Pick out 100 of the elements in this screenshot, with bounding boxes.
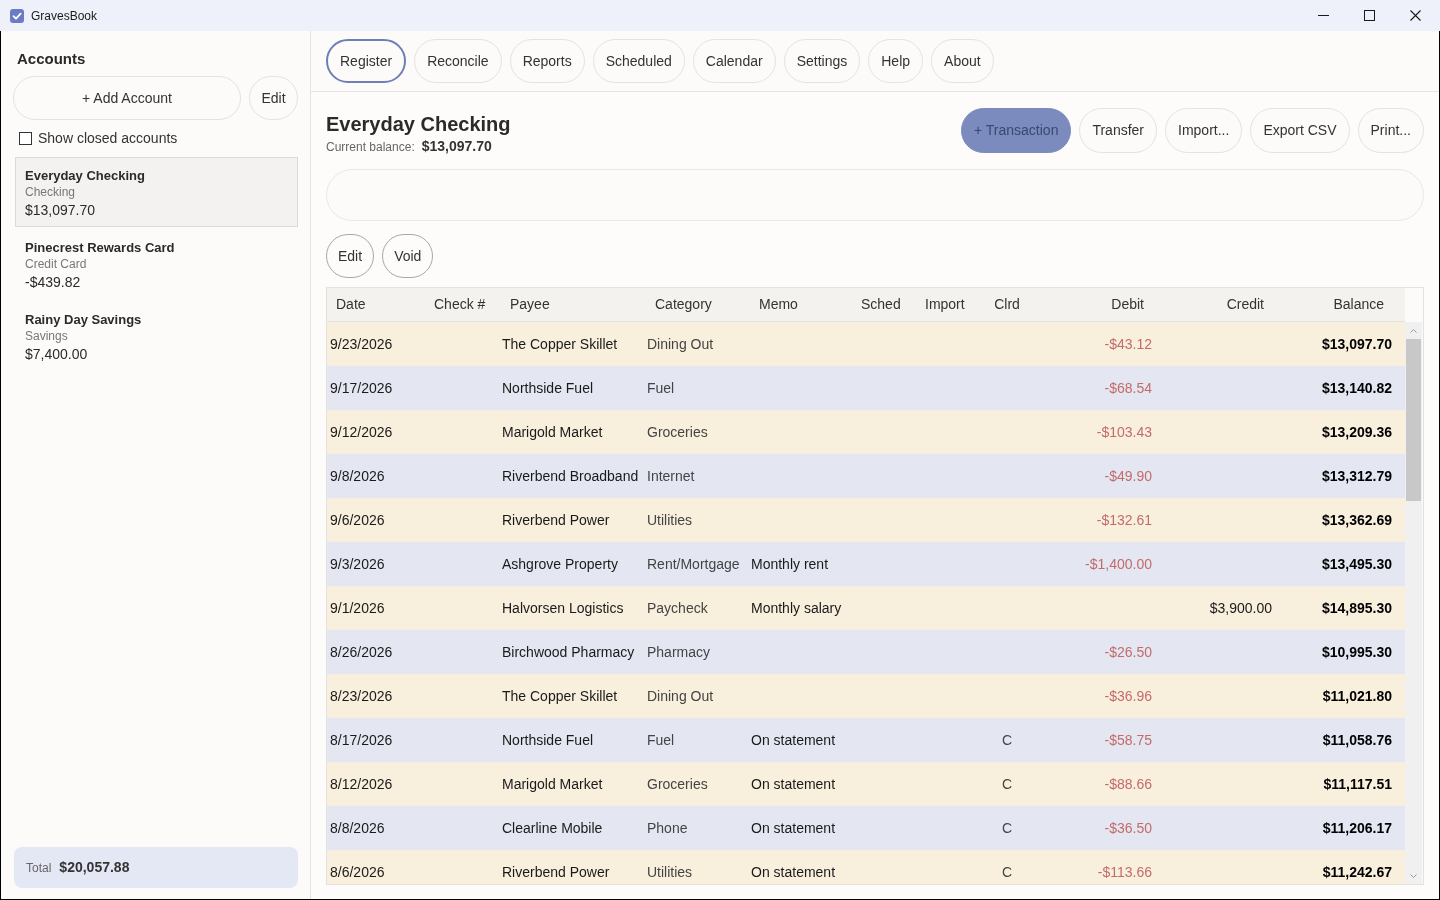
table-cell-text: On statement xyxy=(751,862,836,882)
table-cell-text: $10,995.30 xyxy=(1321,642,1392,662)
table-cell-text: -$103.43 xyxy=(1096,422,1152,442)
table-cell-text: Halvorsen Logistics xyxy=(502,598,624,618)
table-cell-text: $11,206.17 xyxy=(1322,818,1392,838)
table-cell-text: -$58.75 xyxy=(1104,730,1152,750)
table-cell-text: On statement xyxy=(751,730,836,750)
edit-accounts-button[interactable]: Edit xyxy=(249,76,298,120)
table-cell-text: Monthly salary xyxy=(751,598,842,618)
table-cell-text: The Copper Skillet xyxy=(502,334,618,354)
action-button[interactable]: Export CSV xyxy=(1250,108,1350,153)
row-action-button[interactable]: Void xyxy=(382,234,434,278)
nav-tab[interactable]: Calendar xyxy=(692,39,776,83)
add-account-button[interactable]: + Add Account xyxy=(13,76,241,120)
column-header[interactable]: Credit xyxy=(1226,294,1264,315)
account-type: Savings xyxy=(25,328,69,344)
account-item[interactable]: Rainy Day Savings Savings $7,400.00 xyxy=(15,301,298,371)
table-row[interactable]: 9/3/2026 Ashgrove Property Rent/Mortgage Monthly rent -$1,400.00 $13,495.30 xyxy=(327,542,1405,586)
table-row[interactable]: 9/6/2026 Riverbend Power Utilities -$132.61 $13,362.69 xyxy=(327,498,1405,542)
table-cell-text: Groceries xyxy=(647,422,708,442)
table-cell-text: Dining Out xyxy=(647,686,714,706)
table-row[interactable]: 8/17/2026 Northside Fuel Fuel On statement C -$58.75 $11,058.76 xyxy=(327,718,1405,762)
scrollbar-thumb[interactable] xyxy=(1406,339,1421,501)
row-action-button[interactable]: Edit xyxy=(326,234,375,278)
table-cell-text: C xyxy=(1001,862,1013,882)
table-cell-text: 8/6/2026 xyxy=(330,862,385,882)
account-title: Everyday Checking xyxy=(326,112,511,136)
table-cell-text: -$1,400.00 xyxy=(1085,554,1152,574)
nav-tab[interactable]: Reports xyxy=(509,39,585,83)
account-item[interactable]: Pinecrest Rewards Card Credit Card -$439.82 xyxy=(15,229,298,299)
table-cell-text: Internet xyxy=(647,466,695,486)
table-cell-text: 9/1/2026 xyxy=(330,598,385,618)
table-cell-text: Fuel xyxy=(647,730,675,750)
table-cell-text: -$132.61 xyxy=(1096,510,1152,530)
table-row[interactable]: 8/23/2026 The Copper Skillet Dining Out -$36.96 $11,021.80 xyxy=(327,674,1405,718)
nav-tab[interactable]: About xyxy=(931,39,994,83)
table-cell-text: Riverbend Broadband xyxy=(502,466,639,486)
nav-tab[interactable]: Reconcile xyxy=(414,39,502,83)
table-cell-text: -$26.50 xyxy=(1104,642,1152,662)
table-cell-text: Dining Out xyxy=(647,334,714,354)
column-header[interactable]: Check # xyxy=(434,294,486,315)
chevron-up-icon[interactable] xyxy=(1410,328,1417,333)
column-header[interactable]: Memo xyxy=(759,294,798,315)
table-row[interactable]: 8/6/2026 Riverbend Power Utilities On statement C -$113.66 $11,242.67 xyxy=(327,850,1405,884)
table-row[interactable]: 8/12/2026 Marigold Market Groceries On statement C -$88.66 $11,117.51 xyxy=(327,762,1405,806)
table-cell-text: Riverbend Power xyxy=(502,510,610,530)
account-balance: $7,400.00 xyxy=(25,345,89,363)
table-cell-text: Phone xyxy=(647,818,688,838)
action-button[interactable]: Print... xyxy=(1357,108,1424,153)
table-cell-text: $13,495.30 xyxy=(1321,554,1392,574)
scrollbar[interactable] xyxy=(1405,322,1422,884)
column-header[interactable]: Sched xyxy=(861,294,901,315)
column-header[interactable]: Import xyxy=(925,294,965,315)
column-header[interactable]: Payee xyxy=(510,294,550,315)
table-cell-text: 8/23/2026 xyxy=(330,686,393,706)
table-cell-text: $13,312.79 xyxy=(1321,466,1392,486)
action-button[interactable]: Import... xyxy=(1165,108,1243,153)
checkbox[interactable] xyxy=(19,131,32,145)
table-cell-text: -$36.96 xyxy=(1104,686,1152,706)
table-cell-text: Rent/Mortgage xyxy=(647,554,740,574)
table-cell-text: 8/12/2026 xyxy=(330,774,393,794)
action-button[interactable]: Transfer xyxy=(1079,108,1158,153)
account-balance: $13,097.70 xyxy=(25,201,97,219)
table-row[interactable]: 9/1/2026 Halvorsen Logistics Paycheck Monthly salary $3,900.00 $14,895.30 xyxy=(327,586,1405,630)
nav-tab[interactable]: Register xyxy=(326,39,407,83)
column-header[interactable]: Balance xyxy=(1333,294,1384,315)
table-cell-text: 9/6/2026 xyxy=(330,510,385,530)
balance-value: $13,097.70 xyxy=(421,137,492,156)
minimize-icon[interactable] xyxy=(1317,15,1329,16)
nav-tab[interactable]: Help xyxy=(868,39,924,83)
app-icon xyxy=(10,8,24,23)
filter-field[interactable] xyxy=(326,169,1424,221)
table-cell-text: Fuel xyxy=(647,378,675,398)
nav-tab[interactable]: Scheduled xyxy=(592,39,685,83)
table-cell-text: On statement xyxy=(751,818,836,838)
table-row[interactable]: 9/8/2026 Riverbend Broadband Internet -$49.90 $13,312.79 xyxy=(327,454,1405,498)
total-value: $20,057.88 xyxy=(59,858,130,877)
table-cell-text: $13,362.69 xyxy=(1321,510,1392,530)
table-cell-text: Utilities xyxy=(647,862,693,882)
table-cell-text: Northside Fuel xyxy=(502,730,594,750)
table-cell-text: On statement xyxy=(751,774,836,794)
table-row[interactable]: 8/8/2026 Clearline Mobile Phone On statement C -$36.50 $11,206.17 xyxy=(327,806,1405,850)
column-header[interactable]: Category xyxy=(655,294,712,315)
table-row[interactable]: 9/12/2026 Marigold Market Groceries -$103.43 $13,209.36 xyxy=(327,410,1405,454)
checkbox-label: Show closed accounts xyxy=(38,130,178,146)
nav-tab[interactable]: Settings xyxy=(783,39,861,83)
table-row[interactable]: 9/23/2026 The Copper Skillet Dining Out -$43.12 $13,097.70 xyxy=(327,322,1405,366)
column-header[interactable]: Debit xyxy=(1111,294,1144,315)
table-cell-text: 8/26/2026 xyxy=(330,642,393,662)
table-row[interactable]: 8/26/2026 Birchwood Pharmacy Pharmacy -$26.50 $10,995.30 xyxy=(327,630,1405,674)
account-item[interactable]: Everyday Checking Checking $13,097.70 xyxy=(15,157,298,227)
column-header[interactable]: Date xyxy=(336,294,366,315)
maximize-icon[interactable] xyxy=(1363,10,1375,21)
table-cell-text: Paycheck xyxy=(647,598,708,618)
table-cell-text: -$113.66 xyxy=(1097,862,1152,882)
table-cell-text: -$49.90 xyxy=(1104,466,1152,486)
chevron-down-icon[interactable] xyxy=(1410,873,1417,878)
table-row[interactable]: 9/17/2026 Northside Fuel Fuel -$68.54 $13,140.82 xyxy=(327,366,1405,410)
close-icon[interactable] xyxy=(1409,10,1421,21)
column-header[interactable]: Clrd xyxy=(994,294,1020,315)
